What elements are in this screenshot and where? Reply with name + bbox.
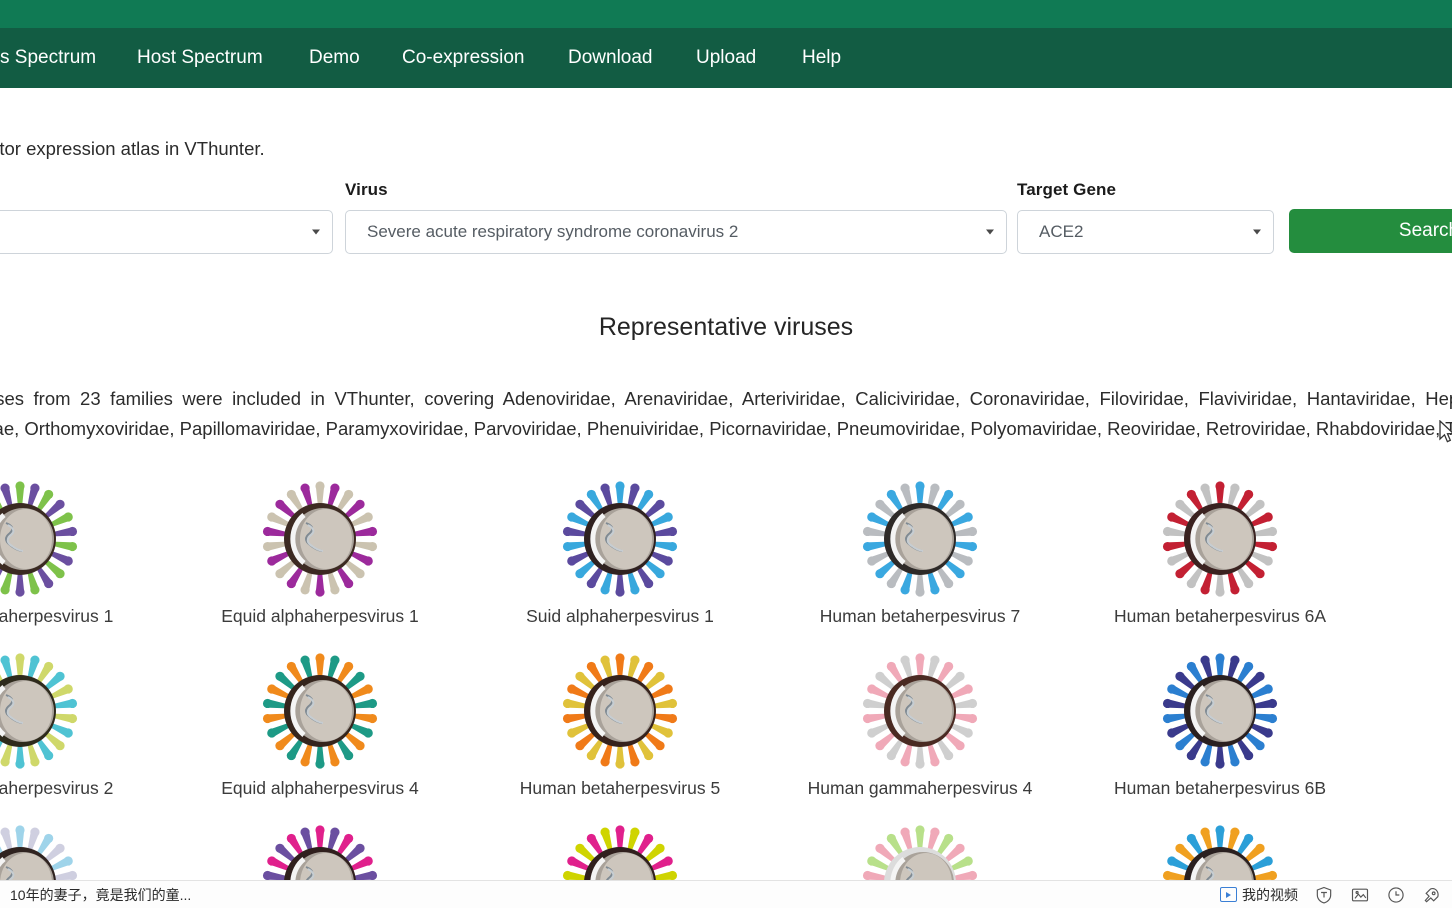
nav-item-demo[interactable]: Demo [309,28,360,88]
virus-grid-row: man alphaherpesvirus 1 Equid alphaherpes… [0,480,1452,652]
search-button[interactable]: Search [1289,209,1452,253]
chevron-down-icon [1253,229,1261,235]
target-gene-select-value: ACE2 [1039,222,1084,241]
virus-grid-row: man alphaherpesvirus 2 Equid alphaherpes… [0,652,1452,824]
target-gene-select[interactable]: ACE2 [1017,210,1274,254]
main-navigation: s Spectrum Host Spectrum Demo Co-expression… [0,28,1452,88]
virus-field-group: Virus Severe acute respiratory syndrome … [345,180,1007,254]
intro-text: viral receptor expression atlas in VThun… [0,138,265,159]
image-icon[interactable] [1350,885,1370,905]
chevron-down-icon [986,229,994,235]
nav-item-host-spectrum[interactable]: Host Spectrum [137,28,263,88]
search-form: amily onaviridae Virus Severe acute resp… [0,180,1452,260]
virus-particle-icon [261,824,379,880]
virus-card-label: Human gammaherpesvirus 4 [807,778,1033,798]
taskbar-news-text: 10年的妻子，竟是我们的童... [10,886,192,903]
my-video-button[interactable]: 我的视频 [1220,885,1298,905]
virus-grid: man alphaherpesvirus 1 Equid alphaherpes… [0,480,1452,880]
virus-card[interactable]: man alphaherpesvirus 2 [0,652,170,824]
virus-card-label: Suid alphaherpesvirus 1 [526,606,714,626]
taskbar-icon-tray: 我的视频 [1220,885,1442,905]
virus-card-label: Human betaherpesvirus 6A [1113,606,1327,626]
virus-card[interactable]: Human gammaherpesvirus 4 [770,652,1070,824]
top-accent-strip [0,0,1452,28]
virus-card[interactable]: Equid alphaherpesvirus 4 [170,652,470,824]
virus-card[interactable]: Human betaherpesvirus 7 [770,480,1070,652]
virus-card[interactable] [170,824,470,880]
virus-card-label: man alphaherpesvirus 1 [0,606,114,626]
virus-card-label: Human betaherpesvirus 5 [519,778,721,798]
virus-particle-icon [1161,652,1279,770]
virus-particle-icon [261,480,379,598]
nav-item-download[interactable]: Download [568,28,653,88]
family-label: amily [0,180,333,200]
virus-particle-icon [561,824,679,880]
virus-card-label: Human betaherpesvirus 6B [1113,778,1327,798]
virus-particle-icon [861,824,979,880]
virus-particle-icon [861,652,979,770]
target-gene-label: Target Gene [1017,180,1117,199]
virus-card-label: Equid alphaherpesvirus 4 [221,778,419,798]
virus-particle-icon [261,652,379,770]
virus-particle-icon [0,824,79,880]
virus-card-label: Equid alphaherpesvirus 1 [221,606,419,626]
virus-particle-icon [0,480,79,598]
section-description: of 142 viruses from 23 families were inc… [0,388,1452,439]
virus-particle-icon [0,652,79,770]
virus-particle-icon [861,480,979,598]
virus-card[interactable] [770,824,1070,880]
clock-icon[interactable] [1386,885,1406,905]
virus-particle-icon [1161,480,1279,598]
browser-taskbar: 10年的妻子，竟是我们的童... 我的视频 [0,880,1452,908]
nav-item-virus-spectrum[interactable]: s Spectrum [0,28,96,88]
virus-card[interactable] [0,824,170,880]
family-select[interactable]: onaviridae [0,210,333,254]
virus-particle-icon [561,480,679,598]
virus-select-value: Severe acute respiratory syndrome corona… [367,222,739,241]
virus-select[interactable]: Severe acute respiratory syndrome corona… [345,210,1007,254]
virus-particle-icon [561,652,679,770]
family-field-group: amily onaviridae [0,180,333,254]
virus-card-label: man alphaherpesvirus 2 [0,778,114,798]
chevron-down-icon [312,229,320,235]
taskbar-news-item[interactable]: 10年的妻子，竟是我们的童... [10,885,191,905]
my-video-label: 我的视频 [1242,886,1298,903]
nav-item-help[interactable]: Help [802,28,841,88]
virus-card[interactable] [1070,824,1370,880]
virus-grid-row [0,824,1452,880]
virus-label: Virus [345,180,388,199]
virus-card[interactable] [470,824,770,880]
virus-particle-icon [1161,824,1279,880]
rocket-icon[interactable] [1422,885,1442,905]
virus-card[interactable]: Human betaherpesvirus 6A [1070,480,1370,652]
virus-card[interactable]: Human betaherpesvirus 6B [1070,652,1370,824]
shield-icon[interactable] [1314,885,1334,905]
target-gene-field-group: Target Gene ACE2 [1017,180,1274,254]
page-title: Representative viruses [598,313,854,341]
virus-card[interactable]: Human betaherpesvirus 5 [470,652,770,824]
nav-item-co-expression[interactable]: Co-expression [402,28,525,88]
play-icon [1220,887,1237,902]
virus-card[interactable]: Suid alphaherpesvirus 1 [470,480,770,652]
page-content: viral receptor expression atlas in VThun… [0,88,1452,880]
virus-card[interactable]: Equid alphaherpesvirus 1 [170,480,470,652]
virus-card-label: Human betaherpesvirus 7 [819,606,1021,626]
nav-item-upload[interactable]: Upload [696,28,756,88]
virus-card[interactable]: man alphaherpesvirus 1 [0,480,170,652]
